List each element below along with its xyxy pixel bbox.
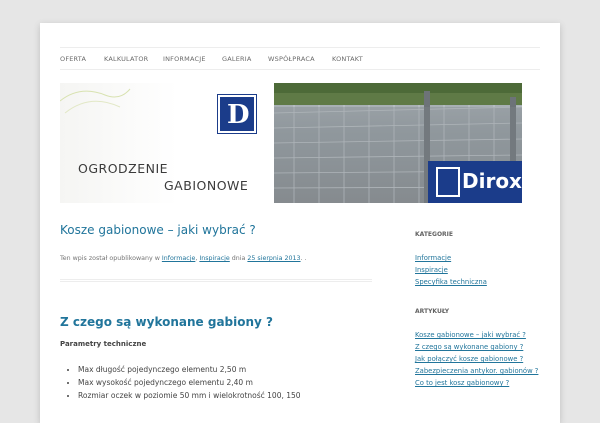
nav-item-kontakt[interactable]: KONTAKT	[332, 55, 363, 63]
nav-item-kalkulator[interactable]: KALKULATOR	[104, 55, 148, 63]
list-item: Max wysokość pojedynczego elementu 2,40 …	[78, 376, 301, 389]
sidebar-article-link[interactable]: Kosze gabionowe – jaki wybrać ?	[415, 329, 540, 341]
main-content: Kosze gabionowe – jaki wybrać ? Ten wpis…	[60, 223, 372, 400]
nav-item-informacje[interactable]: INFORMACJE	[163, 55, 206, 63]
sidebar-category-inspiracje[interactable]: Inspiracje	[415, 264, 540, 276]
category-link-inspiracje[interactable]: Inspiracje	[199, 255, 229, 262]
post-divider	[60, 279, 372, 282]
brand-logo-dirox: Dirox	[428, 161, 522, 203]
header-banner[interactable]: D OGRODZENIE GABIONOWE Dirox	[60, 83, 522, 203]
nav-item-galeria[interactable]: GALERIA	[222, 55, 252, 63]
sidebar: KATEGORIE Informacje Inspiracje Specyfik…	[415, 231, 540, 389]
nav-item-oferta[interactable]: OFERTA	[60, 55, 86, 63]
post-date-link[interactable]: 25 sierpnia 2013	[247, 255, 300, 262]
sidebar-category-specyfika[interactable]: Specyfika techniczna	[415, 276, 540, 288]
nav-item-wspolpraca[interactable]: WSPÓŁPRACA	[268, 55, 315, 63]
banner-text-panel: D OGRODZENIE GABIONOWE	[60, 83, 274, 203]
post-title[interactable]: Kosze gabionowe – jaki wybrać ?	[60, 223, 372, 237]
decorative-swirl-icon	[60, 88, 131, 114]
sidebar-article-link[interactable]: Co to jest kosz gabionowy ?	[415, 377, 540, 389]
articles-list: Kosze gabionowe – jaki wybrać ? Z czego …	[415, 329, 540, 389]
articles-widget-title: ARTYKUŁY	[415, 308, 450, 315]
category-link-informacje[interactable]: Informacje	[162, 255, 195, 262]
dirox-mark-icon	[436, 167, 460, 197]
list-item: Rozmiar oczek w poziomie 50 mm i wielokr…	[78, 389, 301, 402]
brand-logo-small: D	[217, 94, 257, 134]
page-container: OFERTA KALKULATOR INFORMACJE GALERIA WSP…	[40, 23, 560, 423]
sidebar-article-link[interactable]: Jak połączyć kosze gabionowe ?	[415, 353, 540, 365]
sidebar-article-link[interactable]: Z czego są wykonane gabiony ?	[415, 341, 540, 353]
categories-list: Informacje Inspiracje Specyfika technicz…	[415, 252, 540, 288]
sidebar-category-informacje[interactable]: Informacje	[415, 252, 540, 264]
post-title-2[interactable]: Z czego są wykonane gabiony ?	[60, 315, 273, 329]
banner-heading-line1: OGRODZENIE	[78, 161, 169, 176]
post-subheading: Parametry techniczne	[60, 340, 147, 348]
main-navigation: OFERTA KALKULATOR INFORMACJE GALERIA WSP…	[60, 47, 540, 70]
entry-meta: Ten wpis został opublikowany w Informacj…	[60, 255, 307, 262]
list-item: Max długość pojedynczego elementu 2,50 m	[78, 363, 301, 376]
gabion-fence-photo: Dirox	[274, 83, 522, 203]
sidebar-article-link[interactable]: Zabezpieczenia antykor. gabionów ?	[415, 365, 540, 377]
categories-widget-title: KATEGORIE	[415, 231, 453, 238]
banner-heading-line2: GABIONOWE	[164, 178, 249, 193]
spec-list: Max długość pojedynczego elementu 2,50 m…	[78, 363, 301, 402]
